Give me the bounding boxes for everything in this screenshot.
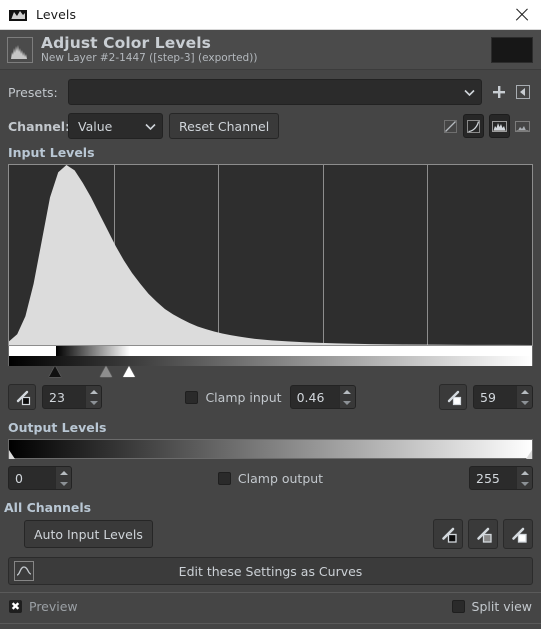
histogram-full-icon[interactable] (489, 114, 510, 138)
histogram-icon (7, 36, 33, 63)
levels-icon (9, 7, 27, 23)
clamp-input-label: Clamp input (205, 389, 282, 405)
input-range-bar (8, 346, 533, 356)
input-gamma-marker[interactable] (100, 366, 113, 377)
input-level-markers (8, 366, 533, 378)
linear-histogram-icon[interactable] (440, 114, 461, 138)
close-icon[interactable] (511, 4, 533, 26)
output-high-input[interactable] (470, 467, 516, 489)
preview-label: Preview (29, 599, 78, 614)
output-low-handle[interactable] (9, 450, 15, 459)
split-view-label: Split view (471, 599, 532, 614)
reset-channel-button[interactable]: Reset Channel (169, 113, 280, 139)
preview-thumbnail[interactable] (491, 36, 533, 63)
input-levels-title: Input Levels (8, 145, 95, 160)
edit-as-curves-label: Edit these Settings as Curves (178, 563, 363, 579)
spin-up[interactable] (517, 386, 532, 397)
input-gamma-input[interactable] (290, 386, 339, 408)
dialog-header: Adjust Color Levels New Layer #2-1447 ([… (0, 30, 541, 70)
window-title: Levels (36, 7, 77, 22)
histogram-selection-icon[interactable] (512, 114, 533, 138)
input-white-point-field[interactable] (473, 385, 534, 409)
gray-point-picker-icon[interactable] (468, 519, 498, 549)
clamp-output-checkbox[interactable] (217, 471, 231, 485)
channel-label: Channel: (8, 118, 71, 134)
histogram-plot[interactable] (8, 164, 533, 346)
input-white-point-input[interactable] (474, 386, 517, 408)
divider (0, 592, 541, 593)
input-white-point-marker[interactable] (123, 366, 136, 377)
output-low-field[interactable] (8, 466, 72, 490)
white-point-picker-icon[interactable] (503, 519, 533, 549)
input-values-row: Clamp input (8, 384, 534, 410)
clamp-input-checkbox[interactable] (185, 390, 199, 404)
all-channels-row: Auto Input Levels (8, 519, 533, 549)
edit-as-curves-button[interactable]: Edit these Settings as Curves (8, 557, 533, 585)
chevron-down-icon (464, 89, 475, 96)
layer-subtitle: New Layer #2-1447 ([step-3] (exported)) (41, 51, 258, 64)
output-gradient-bar[interactable] (8, 439, 533, 459)
split-view-checkbox[interactable] (451, 600, 465, 613)
black-point-picker-icon[interactable] (8, 384, 36, 410)
divider (0, 623, 541, 624)
spin-down[interactable] (517, 478, 532, 489)
clamp-output-label: Clamp output (237, 470, 324, 486)
logarithmic-histogram-icon[interactable] (463, 114, 484, 138)
preview-row: ✖ Preview Split view (9, 599, 532, 614)
channel-value: Value (78, 118, 113, 134)
spin-up[interactable] (86, 386, 101, 397)
auto-input-levels-button[interactable]: Auto Input Levels (24, 520, 153, 548)
input-gradient-bar (8, 356, 533, 366)
channel-row: Channel: Value Reset Channel (8, 113, 533, 139)
input-gamma-field[interactable] (289, 385, 356, 409)
levels-dialog: Levels Adjust Color Levels New Layer #2-… (0, 0, 541, 629)
window-titlebar: Levels (0, 0, 541, 30)
input-histogram-area (8, 164, 533, 378)
spin-down[interactable] (517, 397, 532, 408)
presets-combo[interactable] (68, 79, 482, 105)
input-black-point-input[interactable] (43, 386, 85, 408)
histogram-curve (9, 165, 532, 345)
output-high-field[interactable] (469, 466, 533, 490)
preset-menu-icon[interactable] (513, 82, 533, 102)
chevron-down-icon (145, 123, 156, 130)
plus-icon[interactable] (487, 80, 511, 104)
spin-up[interactable] (340, 386, 355, 397)
black-point-picker-icon[interactable] (433, 519, 463, 549)
page-title: Adjust Color Levels (41, 34, 211, 53)
spin-up[interactable] (56, 467, 71, 478)
spin-down[interactable] (56, 478, 71, 489)
output-low-input[interactable] (9, 467, 55, 489)
channel-combo[interactable]: Value (68, 113, 163, 139)
input-black-point-marker[interactable] (49, 366, 62, 377)
output-levels-title: Output Levels (8, 420, 107, 435)
white-point-picker-icon[interactable] (439, 384, 468, 410)
output-values-row: Clamp output (8, 466, 533, 490)
presets-row: Presets: (8, 79, 533, 105)
output-high-handle[interactable] (526, 450, 532, 459)
spin-down[interactable] (86, 397, 101, 408)
presets-label: Presets: (8, 84, 58, 100)
spin-up[interactable] (517, 467, 532, 478)
preview-checkbox[interactable]: ✖ (9, 600, 22, 613)
all-channels-title: All Channels (4, 500, 92, 515)
spin-down[interactable] (340, 397, 355, 408)
input-black-point-field[interactable] (42, 385, 102, 409)
